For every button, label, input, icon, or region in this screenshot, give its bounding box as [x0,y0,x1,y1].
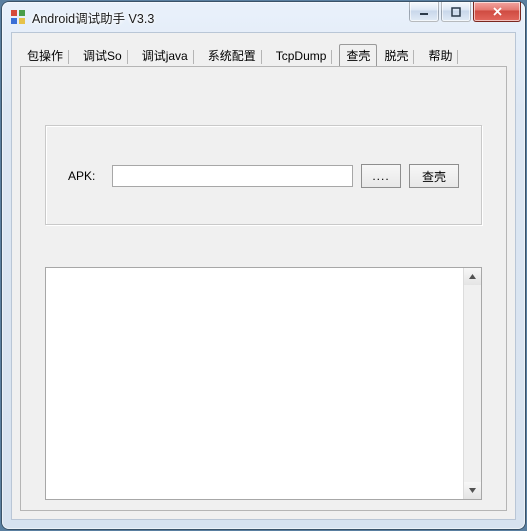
title-bar[interactable]: Android调试助手 V3.3 [2,2,525,32]
close-button[interactable] [473,2,521,22]
tab-strip: 包操作 调试So 调试java 系统配置 TcpDump 查壳 脱壳 帮助 [12,33,515,67]
tab-label: 调试java [142,49,188,63]
check-shell-button[interactable]: 查壳 [409,164,459,188]
tab-debug-so[interactable]: 调试So [76,44,135,68]
tab-system-config[interactable]: 系统配置 [201,44,269,68]
maximize-icon [451,7,461,17]
output-text [50,270,461,497]
tab-label: 帮助 [428,49,452,63]
maximize-button[interactable] [441,2,471,22]
output-scrollbar[interactable] [463,268,481,499]
client-area: 包操作 调试So 调试java 系统配置 TcpDump 查壳 脱壳 帮助 AP… [11,32,516,520]
output-box[interactable] [45,267,482,500]
tab-package-ops[interactable]: 包操作 [20,44,76,68]
application-window: Android调试助手 V3.3 包操作 调试So 调试java 系统配置 Tc… [2,2,525,529]
minimize-icon [419,7,429,17]
tab-check-shell[interactable]: 查壳 [339,44,377,67]
tab-tcpdump[interactable]: TcpDump [269,44,340,68]
chevron-up-icon [469,274,476,279]
apk-path-input[interactable] [112,165,353,187]
apk-row: APK: .... 查壳 [68,164,459,188]
app-icon [10,9,26,25]
tab-unpack-shell[interactable]: 脱壳 [377,44,421,68]
tab-debug-java[interactable]: 调试java [135,44,201,68]
window-controls [409,2,521,22]
minimize-button[interactable] [409,2,439,22]
window-title: Android调试助手 V3.3 [32,8,154,27]
apk-label: APK: [68,169,104,183]
tab-label: 脱壳 [384,49,408,63]
tab-label: 系统配置 [208,49,256,63]
scroll-down-button[interactable] [464,482,481,499]
tab-label: 查壳 [346,49,370,63]
chevron-down-icon [469,488,476,493]
scroll-up-button[interactable] [464,268,481,285]
tab-label: TcpDump [276,49,327,63]
tab-label: 调试So [83,49,122,63]
tab-label: 包操作 [27,49,63,63]
browse-button[interactable]: .... [361,164,401,188]
tab-help[interactable]: 帮助 [421,44,465,68]
close-icon [492,6,503,17]
tab-panel-check-shell: APK: .... 查壳 [20,66,507,511]
apk-groupbox: APK: .... 查壳 [45,125,482,225]
